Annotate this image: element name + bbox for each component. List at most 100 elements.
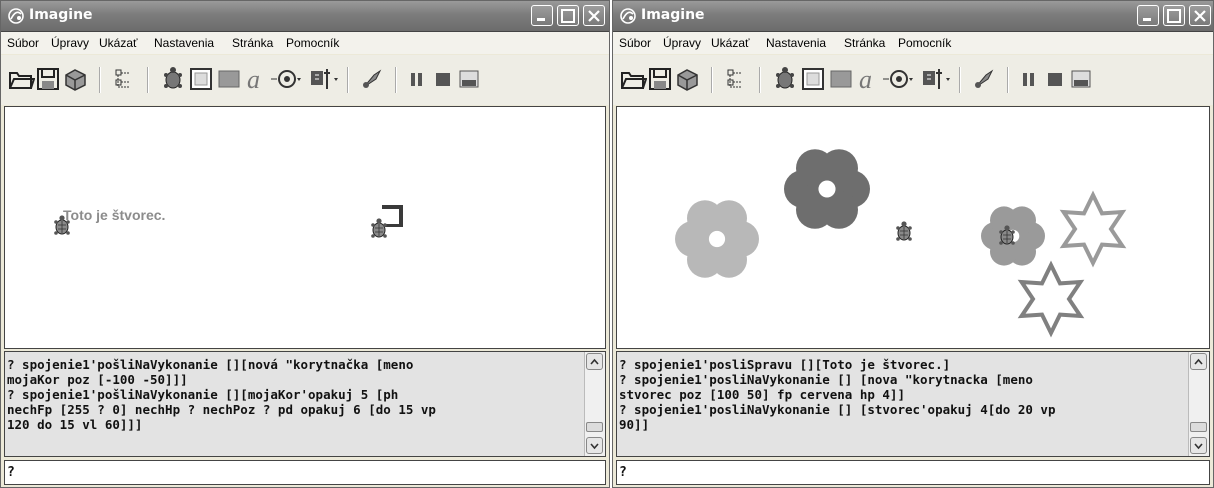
toolbar-separator	[759, 67, 761, 93]
drawing-canvas[interactable]: Toto je štvorec.	[4, 106, 606, 349]
turtle-icon[interactable]	[997, 223, 1017, 247]
minimize-button[interactable]	[1137, 5, 1159, 26]
menu-subor[interactable]: Súbor	[619, 36, 651, 50]
menu-ukazat[interactable]: Ukázať	[99, 36, 138, 50]
maximize-icon	[1167, 9, 1181, 23]
turtle-icon[interactable]	[894, 219, 914, 243]
flower-light	[675, 200, 759, 278]
joystick-icon[interactable]	[881, 65, 917, 93]
scroll-down-button[interactable]	[1190, 437, 1207, 454]
open-folder-icon[interactable]	[7, 65, 35, 93]
text-icon[interactable]: a	[855, 65, 883, 93]
scroll-thumb[interactable]	[586, 422, 603, 432]
menu-pomocnik[interactable]: Pomocník	[286, 36, 339, 50]
toolbar-separator	[711, 67, 713, 93]
flower-dark	[784, 149, 870, 229]
toolbar: a	[1, 55, 609, 105]
imagine-app-icon	[620, 8, 636, 24]
command-line[interactable]: ?	[616, 460, 1210, 485]
svg-text:a: a	[247, 65, 260, 93]
maximize-icon	[561, 9, 575, 23]
imagine-app-icon	[8, 8, 24, 24]
stop-icon[interactable]	[1041, 65, 1069, 93]
window-title: Imagine	[641, 7, 705, 23]
toolbar-separator	[147, 67, 149, 93]
toolbar-separator	[347, 67, 349, 93]
close-button[interactable]	[1189, 5, 1211, 26]
menu-subor[interactable]: Súbor	[7, 36, 39, 50]
menu-nastavenia[interactable]: Nastavenia	[766, 36, 826, 50]
toolbar: a	[613, 55, 1213, 105]
frame-icon[interactable]	[187, 65, 215, 93]
run-icon[interactable]	[455, 65, 483, 93]
pack-icon[interactable]	[61, 65, 89, 93]
menu-upravy[interactable]: Úpravy	[663, 36, 701, 50]
close-button[interactable]	[583, 5, 605, 26]
open-folder-icon[interactable]	[619, 65, 647, 93]
turtle-icon[interactable]	[369, 216, 389, 240]
command-line[interactable]: ?	[4, 460, 606, 485]
menu-stranka[interactable]: Stránka	[232, 36, 273, 50]
menu-nastavenia[interactable]: Nastavenia	[154, 36, 214, 50]
console-scrollbar[interactable]	[1188, 352, 1209, 456]
scroll-thumb[interactable]	[1190, 422, 1207, 432]
minimize-button[interactable]	[531, 5, 553, 26]
pause-icon[interactable]	[1015, 65, 1043, 93]
turtle-icon[interactable]	[159, 65, 187, 93]
menu-bar: Súbor Úpravy Ukázať Nastavenia Stránka P…	[1, 32, 609, 54]
scroll-up-button[interactable]	[1190, 353, 1207, 370]
turtle-icon[interactable]	[52, 213, 72, 237]
chevron-down-icon	[590, 443, 599, 450]
console-scrollbar[interactable]	[584, 352, 605, 456]
drawing-canvas[interactable]	[616, 106, 1210, 349]
rect-icon[interactable]	[827, 65, 855, 93]
run-icon[interactable]	[1067, 65, 1095, 93]
imagine-window-left: Imagine Súbor Úpravy Ukázať Nastavenia S…	[0, 0, 610, 488]
close-icon	[588, 10, 600, 22]
toolbar-separator	[959, 67, 961, 93]
project-tree-icon[interactable]	[110, 65, 138, 93]
save-icon[interactable]	[34, 65, 62, 93]
rect-icon[interactable]	[215, 65, 243, 93]
stop-icon[interactable]	[429, 65, 457, 93]
console-output[interactable]: ? spojenie1'pošliNaVykonanie [][nová "ko…	[4, 351, 606, 457]
title-bar[interactable]: Imagine	[1, 1, 609, 32]
pause-icon[interactable]	[403, 65, 431, 93]
sound-icon[interactable]	[307, 65, 341, 93]
imagine-window-right: Imagine Súbor Úpravy Ukázať Nastavenia S…	[612, 0, 1214, 488]
menu-ukazat[interactable]: Ukázať	[711, 36, 750, 50]
menu-stranka[interactable]: Stránka	[844, 36, 885, 50]
star-outline	[1059, 190, 1127, 268]
console-text: ? spojenie1'pošliNaVykonanie [][nová "ko…	[7, 357, 436, 432]
tools-icon[interactable]	[358, 65, 386, 93]
chevron-down-icon	[1194, 443, 1203, 450]
text-icon[interactable]: a	[243, 65, 271, 93]
tools-icon[interactable]	[970, 65, 998, 93]
console-output[interactable]: ? spojenie1'posliSpravu [][Toto je štvor…	[616, 351, 1210, 457]
maximize-button[interactable]	[1163, 5, 1185, 26]
toolbar-separator	[1007, 67, 1009, 93]
pack-icon[interactable]	[673, 65, 701, 93]
menu-pomocnik[interactable]: Pomocník	[898, 36, 951, 50]
title-bar[interactable]: Imagine	[613, 1, 1213, 32]
minimize-icon	[537, 18, 545, 21]
scroll-down-button[interactable]	[586, 437, 603, 454]
close-icon	[1194, 10, 1206, 22]
star-outline	[1017, 260, 1085, 338]
minimize-icon	[1143, 18, 1151, 21]
maximize-button[interactable]	[557, 5, 579, 26]
frame-icon[interactable]	[799, 65, 827, 93]
sound-icon[interactable]	[919, 65, 953, 93]
console-text: ? spojenie1'posliSpravu [][Toto je štvor…	[619, 357, 1056, 432]
menu-upravy[interactable]: Úpravy	[51, 36, 89, 50]
chevron-up-icon	[590, 358, 599, 365]
window-title: Imagine	[29, 7, 93, 23]
save-icon[interactable]	[646, 65, 674, 93]
project-tree-icon[interactable]	[722, 65, 750, 93]
joystick-icon[interactable]	[269, 65, 305, 93]
turtle-icon[interactable]	[771, 65, 799, 93]
scroll-up-button[interactable]	[586, 353, 603, 370]
svg-text:a: a	[859, 65, 872, 93]
canvas-label: Toto je štvorec.	[63, 207, 166, 223]
toolbar-separator	[99, 67, 101, 93]
